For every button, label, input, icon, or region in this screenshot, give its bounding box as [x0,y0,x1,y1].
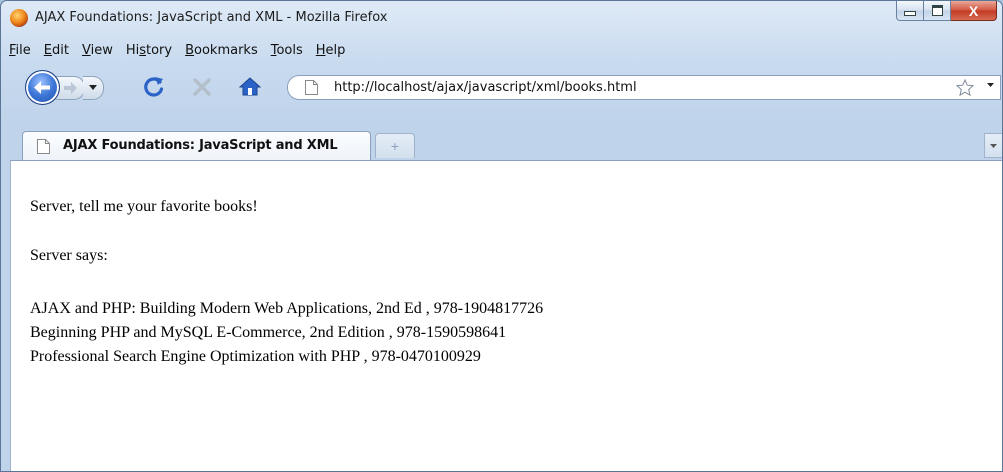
back-button[interactable] [25,70,60,105]
page-content: Server, tell me your favorite books! Ser… [10,160,1002,471]
window-controls: X [896,1,997,23]
window-title: AJAX Foundations: JavaScript and XML - M… [35,10,388,25]
book-item: AJAX and PHP: Building Modern Web Applic… [30,300,544,317]
reload-icon[interactable] [143,76,165,98]
book-item: Beginning PHP and MySQL E-Commerce, 2nd … [30,324,507,341]
menu-bookmarks[interactable]: Bookmarks [178,41,264,63]
firefox-logo-icon [10,9,28,27]
tab-list-button[interactable] [984,133,1002,158]
menu-file[interactable]: File [1,41,37,63]
back-icon [34,81,50,94]
maximize-icon [931,5,943,16]
book-list: AJAX and PHP: Building Modern Web Applic… [30,297,543,369]
history-dropdown-button[interactable] [83,76,104,100]
close-button[interactable]: X [951,1,997,21]
new-tab-button[interactable]: + [375,133,415,158]
tab-active[interactable]: AJAX Foundations: JavaScript and XML [22,131,371,160]
tab-strip: AJAX Foundations: JavaScript and XML + [1,129,1002,160]
page-icon [37,139,50,154]
title-bar[interactable]: AJAX Foundations: JavaScript and XML - M… [1,1,1002,39]
menu-view[interactable]: View [75,41,119,63]
forward-button[interactable] [56,76,85,100]
browser-window: AJAX Foundations: JavaScript and XML - M… [0,0,1003,472]
bookmark-star-icon[interactable] [956,79,974,96]
menu-history[interactable]: History [119,41,178,63]
plus-icon: + [390,138,400,154]
close-icon: X [968,2,979,19]
stop-icon[interactable] [193,78,211,96]
minimize-icon [904,11,916,16]
tab-label: AJAX Foundations: JavaScript and XML [63,138,338,153]
url-text[interactable]: http://localhost/ajax/javascript/xml/boo… [334,80,637,95]
book-item: Professional Search Engine Optimization … [30,348,481,365]
server-says-label: Server says: [30,247,108,264]
forward-icon [64,82,77,94]
menu-edit[interactable]: Edit [37,41,75,63]
menu-tools[interactable]: Tools [264,41,309,63]
history-dropdown-icon [89,85,97,90]
menu-help[interactable]: Help [309,41,352,63]
maximize-button[interactable] [924,1,951,21]
prompt-text: Server, tell me your favorite books! [30,198,258,215]
menu-bar: File Edit View History Bookmarks Tools H… [1,41,351,63]
address-bar[interactable]: http://localhost/ajax/javascript/xml/boo… [287,75,1001,100]
page-icon [305,80,318,95]
navigation-toolbar: http://localhost/ajax/javascript/xml/boo… [1,65,1002,107]
chevron-down-icon [990,144,997,148]
url-dropdown-icon[interactable] [987,83,994,88]
home-icon[interactable] [239,76,261,97]
minimize-button[interactable] [896,1,924,21]
